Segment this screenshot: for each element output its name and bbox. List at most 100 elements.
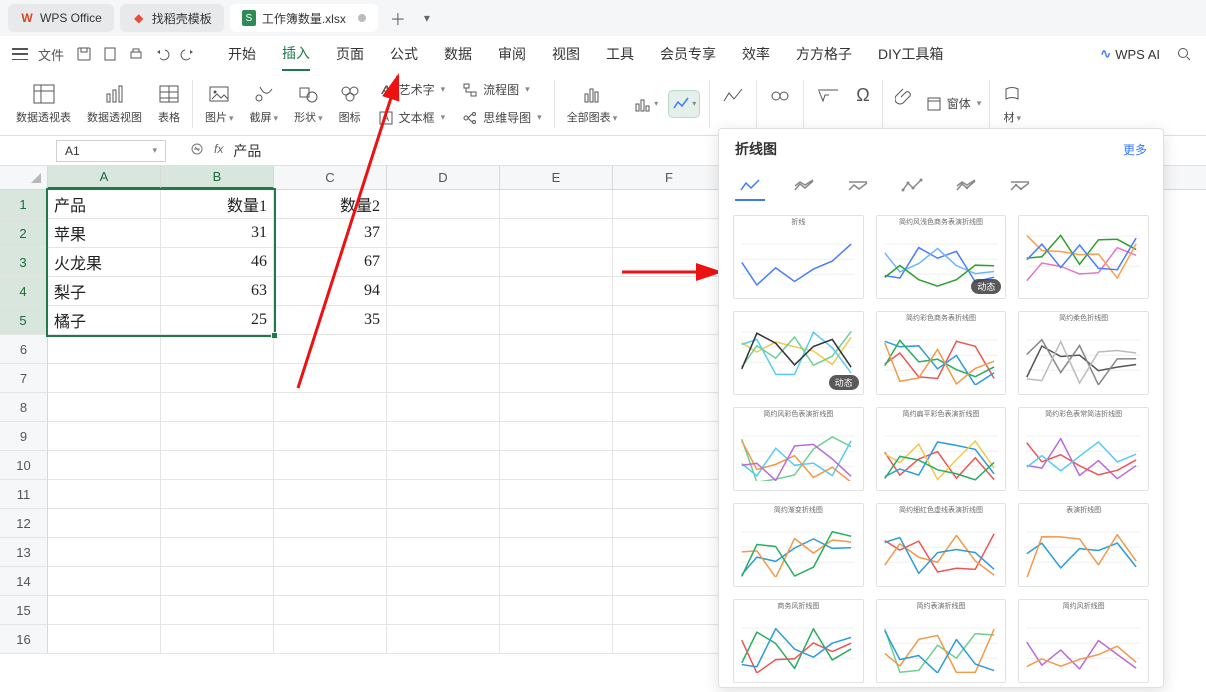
cell-A3[interactable]: 火龙果 [48,248,161,277]
row-header[interactable]: 10 [0,451,48,480]
cell-D13[interactable] [387,538,500,567]
cell-E3[interactable] [500,248,613,277]
cell-A7[interactable] [48,364,161,393]
pivot-chart-button[interactable]: 数据透视图 [79,81,150,127]
chart-thumb[interactable]: 折线 [733,215,864,299]
picture-button[interactable]: 图片▾ [197,81,242,127]
save-icon[interactable] [74,44,94,64]
cell-F5[interactable] [613,306,726,335]
cell-D8[interactable] [387,393,500,422]
icon-button[interactable]: 图标 [331,81,369,127]
menu-insert[interactable]: 插入 [282,37,310,71]
cell-C14[interactable] [274,567,387,596]
mindmap-button[interactable]: 思维导图▾ [457,105,546,131]
row-header[interactable]: 13 [0,538,48,567]
equation-button[interactable] [808,83,848,125]
chart-thumb[interactable]: 简约扁平彩色表演折线图 [876,407,1007,491]
cell-C13[interactable] [274,538,387,567]
cell-E14[interactable] [500,567,613,596]
cell-C5[interactable]: 35 [274,306,387,335]
row-header[interactable]: 7 [0,364,48,393]
cell-A8[interactable] [48,393,161,422]
cell-B8[interactable] [161,393,274,422]
cell-C15[interactable] [274,596,387,625]
search-icon[interactable] [1174,44,1194,64]
flowchart-button[interactable]: 流程图▾ [457,77,546,103]
col-header-D[interactable]: D [387,166,500,189]
cell-A10[interactable] [48,451,161,480]
cell-F2[interactable] [613,219,726,248]
cell-A12[interactable] [48,509,161,538]
menu-diy[interactable]: DIY工具箱 [878,38,943,70]
col-header-E[interactable]: E [500,166,613,189]
line-percent-markers-tab[interactable] [1005,173,1035,201]
cell-B7[interactable] [161,364,274,393]
cell-E6[interactable] [500,335,613,364]
row-header[interactable]: 14 [0,567,48,596]
row-header[interactable]: 15 [0,596,48,625]
sparkline-button[interactable] [714,83,752,125]
cell-C7[interactable] [274,364,387,393]
cell-D7[interactable] [387,364,500,393]
cancel-formula-icon[interactable] [190,142,204,159]
cell-D14[interactable] [387,567,500,596]
cell-E1[interactable] [500,190,613,219]
cell-B10[interactable] [161,451,274,480]
cell-D15[interactable] [387,596,500,625]
cell-A1[interactable]: 产品 [48,190,161,219]
cell-B11[interactable] [161,480,274,509]
window-form-button[interactable]: 窗体▾ [921,91,986,117]
tab-templates[interactable]: ◆ 找稻壳模板 [120,4,224,32]
col-header-B[interactable]: B [161,166,274,189]
cell-B16[interactable] [161,625,274,654]
cell-D3[interactable] [387,248,500,277]
chart-thumb[interactable]: 简约彩色表常简洁折线图 [1018,407,1149,491]
cell-E11[interactable] [500,480,613,509]
row-header[interactable]: 5 [0,306,48,335]
cell-F10[interactable] [613,451,726,480]
cell-F3[interactable] [613,248,726,277]
row-header[interactable]: 11 [0,480,48,509]
undo-icon[interactable] [152,44,172,64]
tab-overflow-button[interactable]: ▾ [418,11,436,25]
chart-thumb[interactable]: 简约风彩色表演折线图 [733,407,864,491]
cell-A9[interactable] [48,422,161,451]
menu-review[interactable]: 审阅 [498,38,526,70]
pivot-table-button[interactable]: 数据透视表 [8,81,79,127]
cell-E5[interactable] [500,306,613,335]
cell-B5[interactable]: 25 [161,306,274,335]
chart-type-line-button[interactable]: ▾ [669,91,699,117]
row-header[interactable]: 3 [0,248,48,277]
chart-thumb[interactable]: 简约彩色商务表折线图 [876,311,1007,395]
all-charts-button[interactable]: 全部图表▾ [559,81,626,127]
cell-E7[interactable] [500,364,613,393]
line-stacked-markers-tab[interactable] [951,173,981,201]
cell-D6[interactable] [387,335,500,364]
line-stacked-tab[interactable] [789,173,819,201]
cell-C2[interactable]: 37 [274,219,387,248]
add-tab-button[interactable]: ＋ [384,4,412,32]
line-markers-tab[interactable] [897,173,927,201]
cell-D10[interactable] [387,451,500,480]
chart-thumb[interactable]: 简约渐变折线图 [733,503,864,587]
wps-ai-button[interactable]: ∿WPS AI [1100,46,1160,62]
cell-F1[interactable] [613,190,726,219]
link-button[interactable] [761,83,799,125]
chart-thumb[interactable]: 简约细红色虚线表演折线图 [876,503,1007,587]
cell-A6[interactable] [48,335,161,364]
menu-data[interactable]: 数据 [444,38,472,70]
row-header[interactable]: 2 [0,219,48,248]
cell-D11[interactable] [387,480,500,509]
cell-A11[interactable] [48,480,161,509]
shape-button[interactable]: 形状▾ [286,81,331,127]
cell-D16[interactable] [387,625,500,654]
tab-workbook[interactable]: S 工作簿数量.xlsx [230,4,378,32]
cell-C16[interactable] [274,625,387,654]
cell-B2[interactable]: 31 [161,219,274,248]
cell-C12[interactable] [274,509,387,538]
select-all-corner[interactable] [0,166,48,189]
menu-page[interactable]: 页面 [336,38,364,70]
cell-E9[interactable] [500,422,613,451]
cell-E4[interactable] [500,277,613,306]
cell-C3[interactable]: 67 [274,248,387,277]
